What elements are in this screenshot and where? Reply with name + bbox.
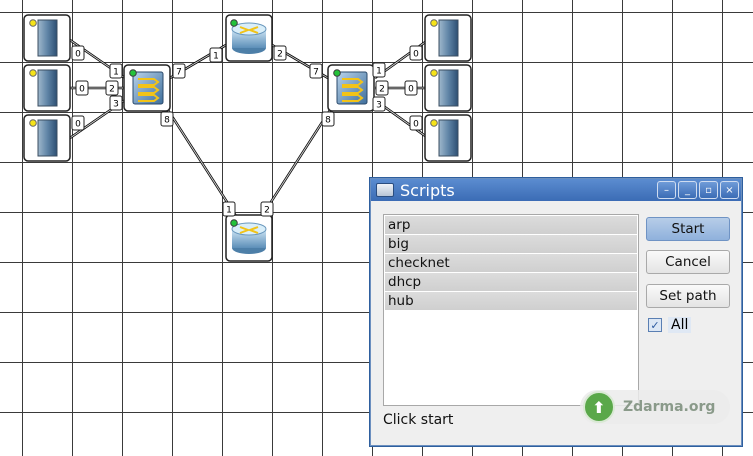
set-path-button[interactable]: Set path: [646, 284, 730, 308]
port-label: 7: [309, 63, 323, 79]
list-item-checknet[interactable]: checknet: [385, 254, 637, 272]
router-bottom[interactable]: [225, 214, 273, 262]
server-right-2[interactable]: [424, 64, 472, 112]
svg-text:8: 8: [164, 116, 170, 126]
svg-text:1: 1: [213, 52, 219, 62]
all-checkbox-label: All: [668, 317, 692, 333]
svg-text:0: 0: [413, 120, 419, 130]
svg-text:2: 2: [379, 85, 385, 95]
server-right-3[interactable]: [424, 114, 472, 162]
port-label: 2: [273, 45, 287, 61]
port-label: 1: [109, 63, 123, 79]
port-label: 1: [222, 201, 236, 217]
router-top[interactable]: [225, 14, 273, 62]
port-label: 1: [372, 62, 386, 78]
watermark: ⬆ Zdarma.org: [580, 390, 730, 424]
svg-text:0: 0: [79, 85, 85, 95]
list-item-big[interactable]: big: [385, 235, 637, 253]
zdarma-logo-icon: ⬆: [583, 391, 615, 423]
cancel-button[interactable]: Cancel: [646, 250, 730, 274]
svg-text:1: 1: [226, 206, 232, 216]
port-label: 3: [372, 96, 386, 112]
svg-text:2: 2: [264, 206, 270, 216]
port-label: 7: [172, 63, 186, 79]
title-bar[interactable]: Scripts – _ ▫ ×: [371, 179, 741, 201]
svg-text:0: 0: [413, 50, 419, 60]
window-app-icon: [376, 183, 394, 197]
scripts-list[interactable]: arp big checknet dhcp hub: [383, 214, 639, 406]
svg-text:7: 7: [176, 68, 182, 78]
port-label: 0: [75, 80, 89, 96]
port-label: 0: [409, 115, 423, 131]
switch-right[interactable]: [327, 64, 375, 112]
port-label: 2: [260, 201, 274, 217]
port-label: 2: [105, 80, 119, 96]
start-button[interactable]: Start: [646, 217, 730, 241]
svg-text:1: 1: [113, 68, 119, 78]
maximize-button[interactable]: ▫: [699, 181, 718, 199]
svg-text:3: 3: [113, 100, 119, 110]
minimize-button[interactable]: _: [678, 181, 697, 199]
svg-text:2: 2: [109, 85, 115, 95]
close-button[interactable]: ×: [720, 181, 739, 199]
port-label: 1: [209, 47, 223, 63]
list-item-hub[interactable]: hub: [385, 292, 637, 310]
switch-left[interactable]: [123, 64, 171, 112]
server-left-3[interactable]: [23, 114, 71, 162]
port-label: 8: [321, 111, 335, 127]
svg-text:0: 0: [408, 85, 414, 95]
watermark-text: Zdarma.org: [623, 399, 716, 415]
list-item-dhcp[interactable]: dhcp: [385, 273, 637, 291]
svg-text:8: 8: [325, 116, 331, 126]
port-label: 8: [160, 111, 174, 127]
checkbox-checked-icon[interactable]: ✓: [648, 318, 662, 332]
port-label: 0: [71, 115, 85, 131]
svg-text:0: 0: [75, 50, 81, 60]
svg-text:0: 0: [75, 120, 81, 130]
port-label: 2: [375, 80, 389, 96]
server-left-2[interactable]: [23, 64, 71, 112]
server-left-1[interactable]: [23, 14, 71, 62]
svg-text:1: 1: [376, 67, 382, 77]
status-text: Click start: [383, 412, 454, 428]
server-right-1[interactable]: [424, 14, 472, 62]
svg-text:2: 2: [277, 50, 283, 60]
shade-button[interactable]: –: [657, 181, 676, 199]
port-label: 0: [409, 45, 423, 61]
svg-text:7: 7: [313, 68, 319, 78]
port-label: 3: [109, 95, 123, 111]
window-title: Scripts: [400, 180, 455, 200]
port-label: 0: [404, 80, 418, 96]
all-checkbox[interactable]: ✓ All: [648, 317, 692, 333]
svg-text:3: 3: [376, 101, 382, 111]
list-item-arp[interactable]: arp: [385, 216, 637, 234]
port-label: 0: [71, 45, 85, 61]
